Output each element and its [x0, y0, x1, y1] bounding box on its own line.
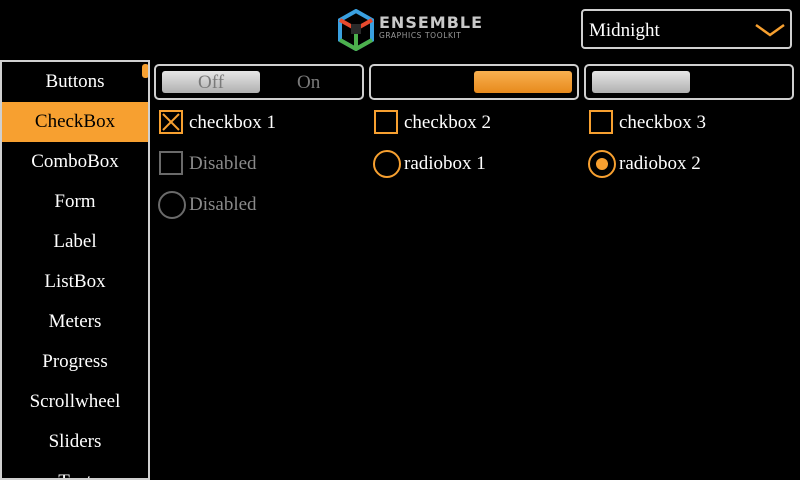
toggle-knob	[592, 71, 690, 93]
radiobox-1[interactable]	[373, 150, 401, 178]
toggle-switch-off-on[interactable]: Off On	[154, 64, 364, 100]
theme-dropdown[interactable]: Midnight	[581, 9, 792, 49]
sidebar-item-text[interactable]: Text	[2, 462, 148, 478]
radiobox-1-label[interactable]: radiobox 1	[404, 153, 486, 175]
sidebar-item-meters[interactable]: Meters	[2, 302, 148, 342]
checkbox-2[interactable]	[374, 110, 398, 134]
ensemble-logo-icon	[338, 9, 374, 51]
sidebar-item-form[interactable]: Form	[2, 182, 148, 222]
logo-title: ENSEMBLE	[379, 13, 484, 32]
radio-selected-dot	[596, 158, 608, 170]
sidebar-item-combobox[interactable]: ComboBox	[2, 142, 148, 182]
radiobox-2[interactable]	[588, 150, 616, 178]
checkbox-1[interactable]	[159, 110, 183, 134]
checkbox-3-label[interactable]: checkbox 3	[619, 112, 706, 134]
checkbox-1-label[interactable]: checkbox 1	[189, 112, 276, 134]
sidebar-item-listbox[interactable]: ListBox	[2, 262, 148, 302]
theme-dropdown-value: Midnight	[589, 20, 660, 41]
sidebar-item-sliders[interactable]: Sliders	[2, 422, 148, 462]
sidebar-item-progress[interactable]: Progress	[2, 342, 148, 382]
check-x-icon	[162, 113, 180, 131]
radiobox-disabled-label: Disabled	[189, 194, 257, 215]
checkbox-disabled	[159, 151, 183, 175]
checkbox-3[interactable]	[589, 110, 613, 134]
toggle-off-label: Off	[198, 72, 225, 93]
sidebar-nav[interactable]: Buttons CheckBox ComboBox Form Label Lis…	[0, 60, 150, 480]
sidebar-item-scrollwheel[interactable]: Scrollwheel	[2, 382, 148, 422]
radiobox-2-label[interactable]: radiobox 2	[619, 153, 701, 175]
checkbox-2-label[interactable]: checkbox 2	[404, 112, 491, 134]
sidebar-item-buttons[interactable]: Buttons	[2, 62, 148, 102]
checkbox-disabled-label: Disabled	[189, 153, 257, 174]
toggle-on-label: On	[297, 72, 321, 93]
toggle-knob-active	[474, 71, 572, 93]
sidebar-item-checkbox[interactable]: CheckBox	[2, 102, 148, 142]
sidebar-item-label[interactable]: Label	[2, 222, 148, 262]
toggle-switch-on[interactable]	[369, 64, 579, 100]
sidebar-scrollbar-thumb[interactable]	[142, 64, 148, 78]
radiobox-disabled	[158, 191, 186, 219]
toggle-switch-off[interactable]	[584, 64, 794, 100]
chevron-down-icon	[755, 23, 785, 37]
logo-subtitle: GRAPHICS TOOLKIT	[379, 31, 462, 40]
